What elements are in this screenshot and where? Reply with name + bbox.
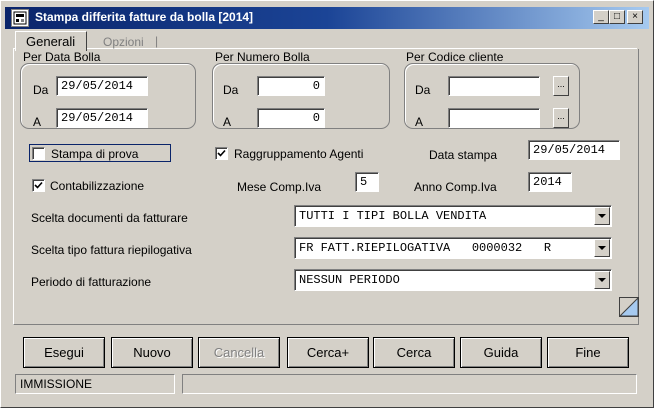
contabilizzazione-label[interactable]: Contabilizzazione <box>50 179 144 193</box>
raggruppamento-label[interactable]: Raggruppamento Agenti <box>234 147 363 161</box>
checkmark-icon <box>34 181 43 189</box>
tipo-fattura-select-value: FR FATT.RIEPILOGATIVA 0000032 R <box>299 241 552 255</box>
codice-cliente-a-label: A <box>415 115 424 129</box>
documenti-select-value: TUTTI I TIPI BOLLA VENDITA <box>299 209 487 223</box>
documenti-label: Scelta documenti da fatturare <box>31 211 188 225</box>
minimize-button[interactable]: _ <box>593 10 609 24</box>
status-mode: IMMISSIONE <box>15 374 175 394</box>
stampa-prova-checkbox[interactable] <box>32 147 45 160</box>
data-stampa-input[interactable]: 29/05/2014 <box>528 140 620 160</box>
codice-cliente-a-input[interactable] <box>448 108 540 128</box>
page-corner-icon[interactable] <box>618 296 639 317</box>
app-icon <box>11 9 29 27</box>
numero-bolla-a-label: A <box>223 115 232 129</box>
close-button[interactable]: × <box>627 10 643 24</box>
fine-button[interactable]: Fine <box>547 337 629 368</box>
numero-bolla-a-input[interactable]: 0 <box>257 108 325 128</box>
data-bolla-a-label: A <box>33 115 42 129</box>
tab-separator: | <box>155 34 159 48</box>
guida-button[interactable]: Guida <box>460 337 542 368</box>
anno-comp-iva-label: Anno Comp.Iva <box>414 180 497 194</box>
tipo-fattura-label: Scelta tipo fattura riepilogativa <box>31 243 192 257</box>
data-bolla-da-label: Da <box>33 83 49 97</box>
anno-comp-iva-input[interactable]: 2014 <box>528 172 572 192</box>
nuovo-button[interactable]: Nuovo <box>111 337 193 368</box>
window-title: Stampa differita fatture da bolla [2014] <box>35 10 254 24</box>
codice-cliente-da-input[interactable] <box>448 76 540 96</box>
tab-generali[interactable]: Generali <box>15 31 87 51</box>
codice-cliente-da-label: Da <box>415 83 431 97</box>
group-title-codice-cliente: Per Codice cliente <box>406 50 504 64</box>
group-title-data-bolla: Per Data Bolla <box>23 50 101 64</box>
periodo-select-value: NESSUN PERIODO <box>299 273 400 287</box>
data-bolla-a-input[interactable]: 29/05/2014 <box>56 108 148 128</box>
chevron-down-icon <box>598 278 606 282</box>
chevron-down-icon <box>598 246 606 250</box>
data-bolla-da-input[interactable]: 29/05/2014 <box>56 76 148 96</box>
maximize-button[interactable]: □ <box>609 10 625 24</box>
esegui-button[interactable]: Esegui <box>23 337 105 368</box>
minimize-icon: _ <box>598 11 604 22</box>
numero-bolla-da-label: Da <box>223 83 239 97</box>
group-title-numero-bolla: Per Numero Bolla <box>215 50 310 64</box>
numero-bolla-da-input[interactable]: 0 <box>257 76 325 96</box>
periodo-label: Periodo di fatturazione <box>31 275 152 289</box>
documenti-dropdown-button[interactable] <box>594 207 610 225</box>
documenti-select[interactable]: TUTTI I TIPI BOLLA VENDITA <box>294 205 612 227</box>
contabilizzazione-checkbox[interactable] <box>32 179 45 192</box>
mese-comp-iva-input[interactable]: 5 <box>355 172 379 192</box>
cerca-plus-button[interactable]: Cerca+ <box>287 337 369 368</box>
cerca-button[interactable]: Cerca <box>373 337 455 368</box>
title-bar[interactable]: Stampa differita fatture da bolla [2014]… <box>5 7 649 29</box>
checkmark-icon <box>217 149 226 157</box>
tipo-fattura-dropdown-button[interactable] <box>594 239 610 257</box>
stampa-prova-label[interactable]: Stampa di prova <box>51 147 138 161</box>
main-window: Stampa differita fatture da bolla [2014]… <box>0 0 654 408</box>
status-message <box>182 374 637 394</box>
periodo-select[interactable]: NESSUN PERIODO <box>294 269 612 291</box>
maximize-icon: □ <box>613 11 621 22</box>
periodo-dropdown-button[interactable] <box>594 271 610 289</box>
chevron-down-icon <box>598 214 606 218</box>
data-stampa-label: Data stampa <box>429 148 498 162</box>
raggruppamento-checkbox[interactable] <box>215 147 228 160</box>
close-icon: × <box>632 11 638 22</box>
tipo-fattura-select[interactable]: FR FATT.RIEPILOGATIVA 0000032 R <box>294 237 612 259</box>
cancella-button[interactable]: Cancella <box>198 337 280 368</box>
mese-comp-iva-label: Mese Comp.Iva <box>237 180 322 194</box>
codice-cliente-a-lookup-button[interactable]: ... <box>553 108 569 128</box>
codice-cliente-da-lookup-button[interactable]: ... <box>553 76 569 96</box>
